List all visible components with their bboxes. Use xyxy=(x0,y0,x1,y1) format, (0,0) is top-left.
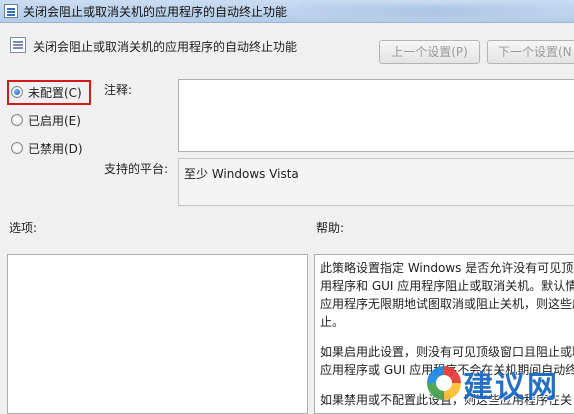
radio-label-disabled: 已禁用(D) xyxy=(28,141,83,156)
setting-icon xyxy=(10,37,26,53)
policy-icon xyxy=(4,4,18,18)
radio-enabled[interactable]: 已启用(E) xyxy=(11,111,81,129)
radio-label-enabled: 已启用(E) xyxy=(28,113,81,128)
radio-button-disabled[interactable] xyxy=(11,142,23,154)
help-line: 止。 xyxy=(320,315,345,329)
help-line: 此策略设置指定 Windows 是否允许没有可见顶 xyxy=(320,261,574,275)
window-title: 关闭会阻止或取消关机的应用程序的自动终止功能 xyxy=(23,5,288,19)
watermark-text: 建议网 xyxy=(463,370,559,405)
watermark-logo-icon xyxy=(427,366,461,400)
radio-button-not-configured[interactable] xyxy=(11,86,23,98)
radio-disabled[interactable]: 已禁用(D) xyxy=(11,139,83,157)
comment-label: 注释: xyxy=(104,83,133,97)
next-setting-button[interactable]: 下一个设置(N xyxy=(487,40,574,64)
platform-label: 支持的平台: xyxy=(104,162,169,176)
radio-label-not-configured: 未配置(C) xyxy=(28,85,82,100)
comment-textarea[interactable] xyxy=(178,79,574,152)
help-line: 如果启用此设置，则没有可见顶级窗口且阻止或取 xyxy=(320,345,574,359)
help-line: 用程序和 GUI 应用程序阻止或取消关机。默认情 xyxy=(320,279,574,293)
options-panel[interactable] xyxy=(7,254,308,414)
platform-value: 至少 Windows Vista xyxy=(178,158,574,206)
previous-setting-button[interactable]: 上一个设置(P) xyxy=(379,40,480,64)
help-label: 帮助: xyxy=(316,221,345,235)
window-titlebar[interactable]: 关闭会阻止或取消关机的应用程序的自动终止功能 xyxy=(0,0,574,23)
site-watermark: 建议网 xyxy=(425,358,574,410)
help-paragraph: 此策略设置指定 Windows 是否允许没有可见顶 用程序和 GUI 应用程序阻… xyxy=(320,259,574,331)
radio-not-configured[interactable]: 未配置(C) xyxy=(11,83,82,101)
radio-button-enabled[interactable] xyxy=(11,114,23,126)
options-label: 选项: xyxy=(9,221,38,235)
help-line: 应用程序无限期地试图取消或阻止关机，则这些应 xyxy=(320,297,574,311)
setting-title: 关闭会阻止或取消关机的应用程序的自动终止功能 xyxy=(33,40,298,54)
titlebar-blurred-area xyxy=(300,5,570,17)
